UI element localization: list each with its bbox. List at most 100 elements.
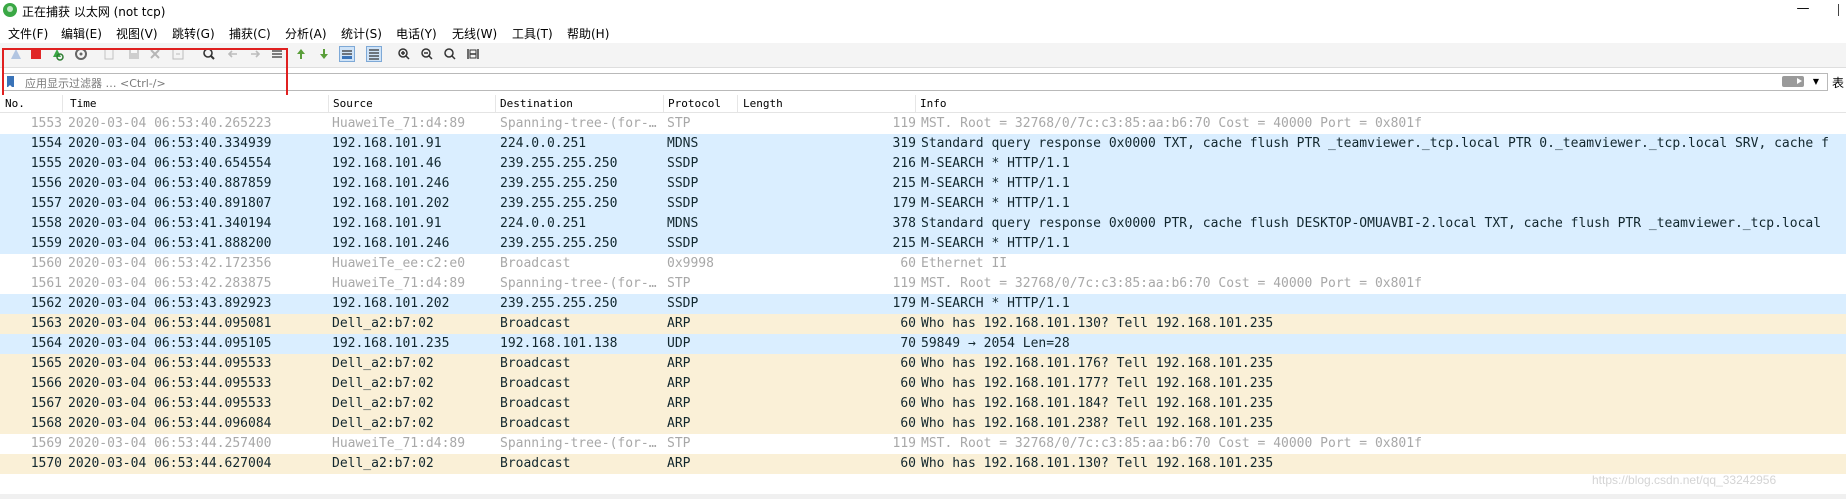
packet-time-cell: 2020-03-04 06:53:41.340194 xyxy=(68,216,272,231)
packet-time-cell: 2020-03-04 06:53:44.257400 xyxy=(68,436,272,451)
packet-source-cell: 192.168.101.46 xyxy=(332,156,442,171)
packet-protocol-cell: SSDP xyxy=(667,156,699,171)
packet-destination-cell: 192.168.101.138 xyxy=(500,336,618,351)
packet-row[interactable]: 1568 2020-03-04 06:53:44.096084 Dell_a2:b7… xyxy=(0,414,1846,434)
packet-length-cell: 179 xyxy=(892,296,916,311)
packet-time-cell: 2020-03-04 06:53:40.334939 xyxy=(68,136,272,151)
horizontal-scrollbar[interactable] xyxy=(0,494,1846,499)
packet-row[interactable]: 1567 2020-03-04 06:53:44.095533 Dell_a2:b7… xyxy=(0,394,1846,414)
colorize-icon[interactable] xyxy=(366,46,382,62)
menu-capture[interactable]: 捕获(C) xyxy=(229,25,271,42)
packet-number-cell: 1555 xyxy=(30,156,62,171)
column-header-info[interactable]: Info xyxy=(920,97,947,111)
packet-row[interactable]: 1558 2020-03-04 06:53:41.340194 192.168.10… xyxy=(0,214,1846,234)
column-header-source[interactable]: Source xyxy=(333,97,373,111)
packet-number-cell: 1561 xyxy=(30,276,62,291)
packet-destination-cell: 239.255.255.250 xyxy=(500,176,618,191)
apply-filter-arrow-icon[interactable] xyxy=(1782,76,1804,87)
packet-source-cell: Dell_a2:b7:02 xyxy=(332,356,434,371)
minimize-button[interactable]: — xyxy=(1790,0,1816,20)
column-divider[interactable] xyxy=(62,95,63,112)
column-divider[interactable] xyxy=(495,95,496,112)
packet-number-cell: 1554 xyxy=(30,136,62,151)
packet-number-cell: 1566 xyxy=(30,376,62,391)
packet-destination-cell: 239.255.255.250 xyxy=(500,236,618,251)
menu-tools[interactable]: 工具(T) xyxy=(512,25,553,42)
packet-row[interactable]: 1570 2020-03-04 06:53:44.627004 Dell_a2:b7… xyxy=(0,454,1846,474)
menu-telephony[interactable]: 电话(Y) xyxy=(396,25,437,42)
packet-number-cell: 1562 xyxy=(30,296,62,311)
resize-columns-icon[interactable] xyxy=(466,47,480,61)
packet-destination-cell: Spanning-tree-(for-… xyxy=(500,116,657,131)
packet-info-cell: Who has 192.168.101.130? Tell 192.168.10… xyxy=(921,316,1274,331)
packet-info-cell: Who has 192.168.101.176? Tell 192.168.10… xyxy=(921,356,1274,371)
auto-scroll-icon[interactable] xyxy=(339,46,355,62)
column-header-length[interactable]: Length xyxy=(743,97,783,111)
menu-analyze[interactable]: 分析(A) xyxy=(285,25,327,42)
packet-destination-cell: Broadcast xyxy=(500,256,571,271)
column-header-protocol[interactable]: Protocol xyxy=(668,97,721,111)
packet-row[interactable]: 1561 2020-03-04 06:53:42.283875 HuaweiTe_7… xyxy=(0,274,1846,294)
go-first-icon[interactable] xyxy=(294,47,308,61)
column-divider[interactable] xyxy=(737,95,738,112)
packet-destination-cell: 239.255.255.250 xyxy=(500,296,618,311)
packet-info-cell: Standard query response 0x0000 TXT, cach… xyxy=(921,136,1829,151)
column-divider[interactable] xyxy=(663,95,664,112)
menu-view[interactable]: 视图(V) xyxy=(116,25,158,42)
packet-length-cell: 60 xyxy=(900,356,916,371)
packet-length-cell: 60 xyxy=(900,376,916,391)
menu-help[interactable]: 帮助(H) xyxy=(567,25,609,42)
column-header-no[interactable]: No. xyxy=(5,97,25,111)
packet-time-cell: 2020-03-04 06:53:44.096084 xyxy=(68,416,272,431)
packet-list-header: No. Time Source Destination Protocol Len… xyxy=(0,95,1846,113)
packet-info-cell: Who has 192.168.101.184? Tell 192.168.10… xyxy=(921,396,1274,411)
packet-info-cell: M-SEARCH * HTTP/1.1 xyxy=(921,296,1070,311)
go-last-icon[interactable] xyxy=(317,47,331,61)
packet-info-cell: Who has 192.168.101.177? Tell 192.168.10… xyxy=(921,376,1274,391)
packet-protocol-cell: SSDP xyxy=(667,176,699,191)
filter-dropdown-chevron-icon[interactable]: ▼ xyxy=(1809,76,1823,88)
packet-row[interactable]: 1557 2020-03-04 06:53:40.891807 192.168.10… xyxy=(0,194,1846,214)
packet-source-cell: Dell_a2:b7:02 xyxy=(332,316,434,331)
column-header-time[interactable]: Time xyxy=(70,97,97,111)
filter-expression-label[interactable]: 表 xyxy=(1832,74,1844,91)
packet-row[interactable]: 1559 2020-03-04 06:53:41.888200 192.168.10… xyxy=(0,234,1846,254)
packet-time-cell: 2020-03-04 06:53:40.265223 xyxy=(68,116,272,131)
packet-row[interactable]: 1563 2020-03-04 06:53:44.095081 Dell_a2:b7… xyxy=(0,314,1846,334)
menu-wireless[interactable]: 无线(W) xyxy=(452,25,497,42)
packet-time-cell: 2020-03-04 06:53:42.283875 xyxy=(68,276,272,291)
menu-bar: 文件(F) 编辑(E) 视图(V) 跳转(G) 捕获(C) 分析(A) 统计(S… xyxy=(0,22,1846,42)
packet-protocol-cell: ARP xyxy=(667,396,691,411)
packet-row[interactable]: 1569 2020-03-04 06:53:44.257400 HuaweiTe_7… xyxy=(0,434,1846,454)
packet-number-cell: 1564 xyxy=(30,336,62,351)
packet-number-cell: 1570 xyxy=(30,456,62,471)
packet-row[interactable]: 1562 2020-03-04 06:53:43.892923 192.168.10… xyxy=(0,294,1846,314)
packet-time-cell: 2020-03-04 06:53:44.095105 xyxy=(68,336,272,351)
normal-size-icon[interactable] xyxy=(443,47,457,61)
packet-row[interactable]: 1565 2020-03-04 06:53:44.095533 Dell_a2:b7… xyxy=(0,354,1846,374)
packet-row[interactable]: 1556 2020-03-04 06:53:40.887859 192.168.10… xyxy=(0,174,1846,194)
packet-source-cell: 192.168.101.202 xyxy=(332,196,450,211)
packet-row[interactable]: 1566 2020-03-04 06:53:44.095533 Dell_a2:b7… xyxy=(0,374,1846,394)
packet-row[interactable]: 1564 2020-03-04 06:53:44.095105 192.168.10… xyxy=(0,334,1846,354)
column-divider[interactable] xyxy=(328,95,329,112)
packet-row[interactable]: 1553 2020-03-04 06:53:40.265223 HuaweiTe_7… xyxy=(0,114,1846,134)
packet-time-cell: 2020-03-04 06:53:43.892923 xyxy=(68,296,272,311)
packet-source-cell: 192.168.101.91 xyxy=(332,216,442,231)
column-divider[interactable] xyxy=(915,95,916,112)
menu-go[interactable]: 跳转(G) xyxy=(172,25,215,42)
packet-number-cell: 1567 xyxy=(30,396,62,411)
packet-row[interactable]: 1554 2020-03-04 06:53:40.334939 192.168.10… xyxy=(0,134,1846,154)
packet-protocol-cell: UDP xyxy=(667,336,691,351)
packet-row[interactable]: 1560 2020-03-04 06:53:42.172356 HuaweiTe_e… xyxy=(0,254,1846,274)
zoom-in-icon[interactable] xyxy=(397,47,411,61)
zoom-out-icon[interactable] xyxy=(420,47,434,61)
menu-file[interactable]: 文件(F) xyxy=(8,25,48,42)
packet-protocol-cell: STP xyxy=(667,276,691,291)
packet-length-cell: 119 xyxy=(892,436,916,451)
menu-statistics[interactable]: 统计(S) xyxy=(341,25,382,42)
packet-protocol-cell: ARP xyxy=(667,316,691,331)
column-header-destination[interactable]: Destination xyxy=(500,97,573,111)
packet-row[interactable]: 1555 2020-03-04 06:53:40.654554 192.168.10… xyxy=(0,154,1846,174)
menu-edit[interactable]: 编辑(E) xyxy=(61,25,102,42)
